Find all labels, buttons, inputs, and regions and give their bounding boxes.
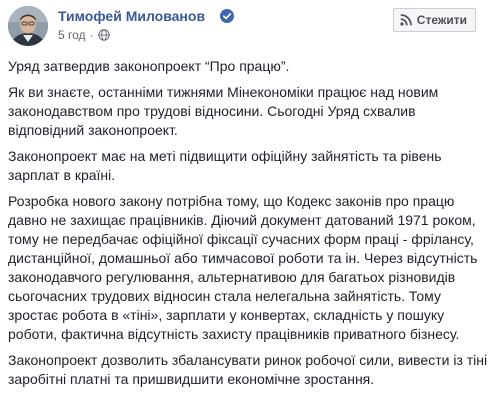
- post-timestamp[interactable]: 5 год: [58, 28, 86, 42]
- meta-separator: ·: [89, 28, 94, 42]
- follow-button-label: Стежити: [416, 13, 467, 27]
- verified-badge-icon: [220, 9, 234, 23]
- post-meta: 5 год ·: [58, 28, 110, 42]
- post-text: Уряд затвердив законопроект “Про працю”.…: [8, 57, 490, 396]
- post-paragraph: Як ви знаєте, останніми тижнями Мінеконо…: [8, 84, 439, 138]
- post-paragraph: Уряд затвердив законопроект “Про працю”.: [8, 58, 290, 74]
- post-header: Тимофей Милованов 5 год · Стежити: [8, 6, 488, 46]
- follow-button[interactable]: Стежити: [392, 8, 476, 32]
- globe-icon[interactable]: [97, 29, 110, 41]
- post-paragraph: Розробка нового закону потрібна тому, що…: [8, 193, 478, 342]
- avatar-image: [8, 6, 48, 46]
- post-paragraph: Законопроект має на меті підвищити офіці…: [8, 148, 442, 183]
- post-paragraph: Законопроект дозволить збалансувати рино…: [8, 352, 488, 387]
- avatar[interactable]: [8, 6, 48, 46]
- rss-icon: [400, 14, 412, 26]
- author-name-link[interactable]: Тимофей Милованов: [58, 8, 205, 24]
